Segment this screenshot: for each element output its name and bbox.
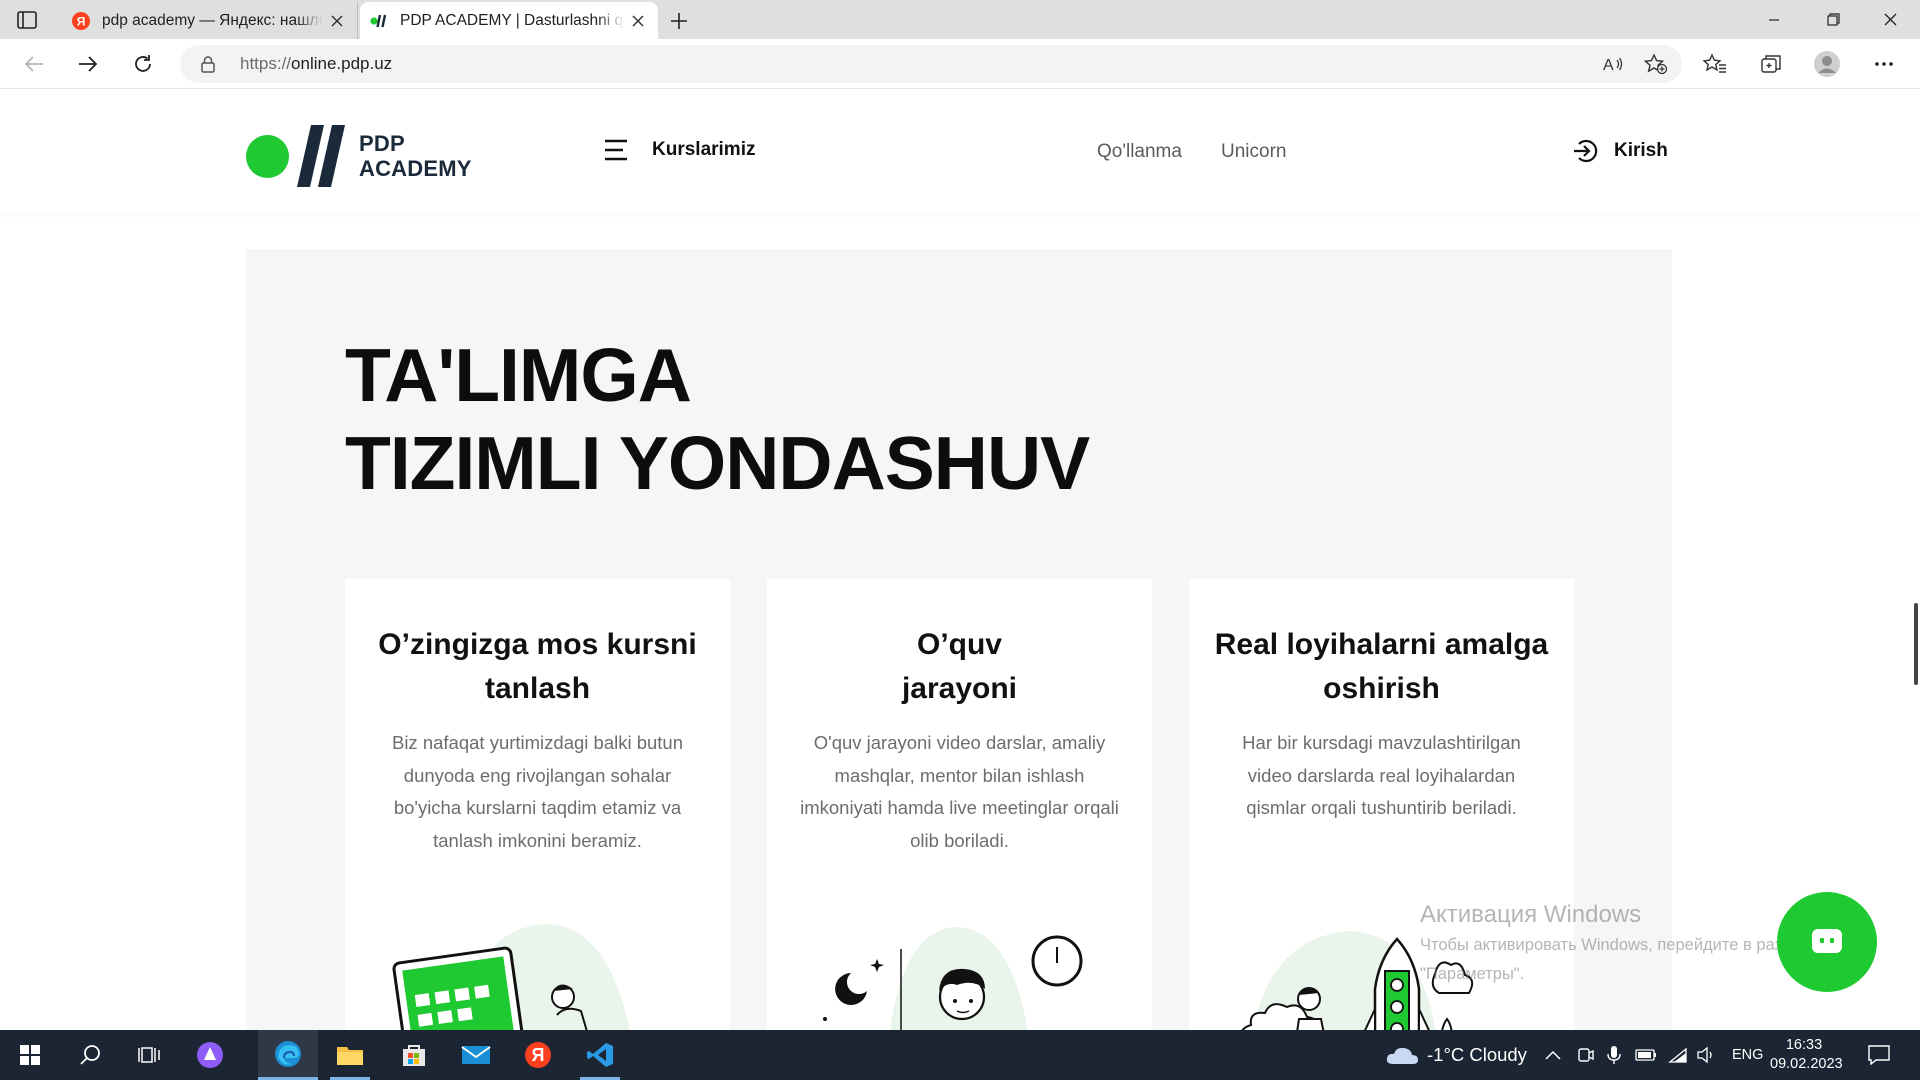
logo-dot [246,134,289,178]
weather-widget[interactable]: -1°C Cloudy [1385,1030,1527,1080]
hero-title: TA'LIMGA TIZIMLI YONDASHUV [345,333,1090,505]
card-text: Biz nafaqat yurtimizdagi balki butun dun… [391,732,684,851]
task-view-icon[interactable] [120,1030,180,1080]
profile-avatar[interactable] [1811,48,1843,80]
yandex-browser-icon[interactable]: Я [508,1030,568,1080]
notifications-icon[interactable] [1868,1030,1890,1080]
lock-icon[interactable] [200,55,218,73]
search-icon[interactable] [60,1030,120,1080]
more-icon[interactable] [1868,48,1900,80]
close-icon[interactable] [624,7,652,35]
nav-link-guide[interactable]: Qo'llanma [1097,141,1182,163]
alice-icon[interactable] [180,1030,240,1080]
browser-toolbar: https://online.pdp.uz A [0,39,1920,89]
weather-text: -1°C Cloudy [1427,1044,1527,1065]
favorites-icon[interactable] [1699,48,1731,80]
system-clock[interactable]: 16:33 09.02.2023 [1770,1036,1843,1074]
edge-icon[interactable] [258,1030,318,1080]
svg-text:Я: Я [532,1045,545,1065]
window-close-icon[interactable] [1862,0,1918,39]
web-page: PDP ACADEMY Kurslarimiz Qo'llanma Unicor… [0,89,1920,1030]
file-explorer-icon[interactable] [320,1030,380,1080]
login-icon [1574,139,1598,163]
svg-text:Я: Я [77,14,86,28]
login-button[interactable]: Kirish [1572,137,1668,165]
volume-icon[interactable] [1696,1030,1716,1080]
start-icon[interactable] [0,1030,60,1080]
courses-menu-button[interactable]: Kurslarimiz [604,139,755,161]
battery-icon[interactable] [1635,1030,1657,1080]
page-scrollbar[interactable] [1914,603,1918,685]
forward-icon[interactable] [72,48,104,80]
clock-time: 16:33 [1785,1037,1823,1053]
yandex-icon: Я [72,11,90,30]
logo-slashes-icon [297,125,345,187]
menu-icon [605,139,627,161]
card-title: O’quv jarayoni [901,628,1018,705]
read-aloud-icon[interactable]: A [1602,54,1624,79]
card-title: Real loyihalarni amalga oshirish [1214,628,1549,705]
chat-button[interactable] [1777,892,1877,992]
minimize-icon[interactable] [1746,0,1802,39]
show-hidden-icons-icon[interactable] [1545,1030,1561,1080]
wifi-icon[interactable] [1668,1030,1688,1080]
card-title: O’zingizga mos kursni tanlash [378,628,697,705]
pdp-icon [370,12,388,30]
clock-date: 09.02.2023 [1770,1056,1843,1072]
windows-activation-watermark: Активация Windows Чтобы активировать Win… [1420,901,1810,983]
card-text: O'quv jarayoni video darslar, amaliy mas… [800,732,1119,851]
vscode-icon[interactable] [570,1030,630,1080]
add-favorite-icon[interactable] [1643,53,1668,80]
card-text: Har bir kursdagi mavzulashtirilgan video… [1242,732,1521,818]
site-header: PDP ACADEMY Kurslarimiz Qo'llanma Unicor… [0,89,1920,213]
restore-icon[interactable] [1805,0,1861,39]
mail-icon[interactable] [446,1030,506,1080]
microphone-icon[interactable] [1607,1030,1621,1080]
refresh-icon[interactable] [127,48,159,80]
close-icon[interactable] [323,7,351,35]
browser-tab-yandex[interactable]: Я pdp academy — Яндекс: нашлось [62,2,358,39]
windows-taskbar: Я -1°C Cloudy ENG 16:33 09.02.2023 [0,1030,1920,1080]
language-indicator[interactable]: ENG [1732,1030,1763,1080]
meet-now-icon[interactable] [1576,1030,1594,1080]
url-text: https://online.pdp.uz [240,54,393,73]
feature-card-courses: O’zingizga mos kursni tanlash Biz nafaqa… [345,579,730,1030]
logo-text: PDP ACADEMY [359,131,472,181]
tab-actions-icon[interactable] [16,9,38,31]
tab-title: PDP ACADEMY | Dasturlashni qulay [400,11,624,29]
browser-tab-pdp[interactable]: PDP ACADEMY | Dasturlashni qulay [360,2,658,39]
browser-tab-bar: Я pdp academy — Яндекс: нашлось PDP ACAD… [0,0,1920,39]
chat-icon [1812,929,1842,953]
courses-label: Kurslarimiz [652,139,756,160]
login-label: Kirish [1614,140,1668,161]
new-tab-icon[interactable] [665,7,693,35]
store-icon[interactable] [384,1030,444,1080]
tab-title: pdp academy — Яндекс: нашлось [102,11,323,29]
learning-process-illustration [823,927,1083,1030]
course-selection-illustration [392,924,630,1030]
address-bar[interactable]: https://online.pdp.uz A [180,45,1682,83]
site-logo[interactable]: PDP ACADEMY [246,123,472,189]
collections-icon[interactable] [1755,48,1787,80]
back-icon[interactable] [18,48,50,80]
cloud-icon [1386,1047,1418,1064]
svg-text:A: A [1603,57,1614,74]
nav-link-unicorn[interactable]: Unicorn [1221,141,1286,163]
feature-card-learning: O’quv jarayoni O'quv jarayoni video dars… [767,579,1152,1030]
